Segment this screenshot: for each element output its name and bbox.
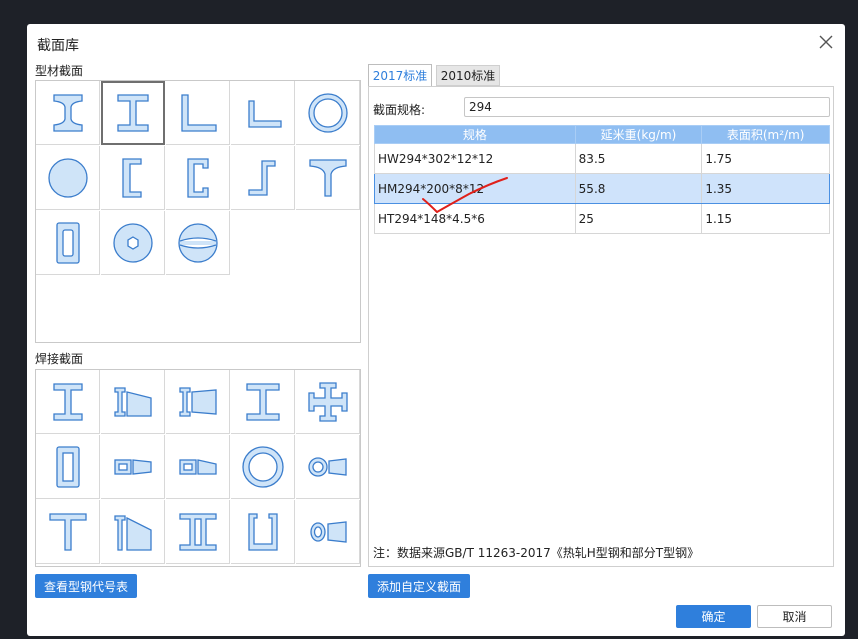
welded-section-label: 焊接截面	[35, 352, 84, 366]
u-section-icon[interactable]	[231, 500, 295, 564]
z-section-icon[interactable]	[231, 146, 295, 210]
table-row[interactable]: HW294*302*12*12 83.5 1.75	[374, 143, 830, 174]
tab-2010-standard[interactable]: 2010标准	[436, 65, 500, 86]
spec-label: 截面规格:	[373, 103, 426, 117]
round-tube-icon[interactable]	[296, 81, 360, 145]
data-source-note: 注：数据来源GB/T 11263-2017《热轧H型钢和部分T型钢》	[373, 546, 700, 560]
welded-t-icon[interactable]	[36, 500, 100, 564]
welded-i-icon[interactable]	[36, 370, 100, 434]
table-header: 规格 延米重(kg/m) 表面积(m²/m)	[374, 125, 830, 144]
tapered-tube-icon[interactable]	[296, 435, 360, 499]
tab-2017-standard[interactable]: 2017标准	[368, 64, 432, 86]
round-bar-icon[interactable]	[36, 146, 100, 210]
cell-area: 1.15	[701, 203, 830, 234]
unequal-angle-icon[interactable]	[231, 81, 295, 145]
h-beam-icon[interactable]	[101, 81, 165, 145]
close-icon[interactable]	[817, 33, 835, 51]
welded-section-grid	[35, 369, 361, 567]
i-beam-icon[interactable]	[36, 81, 100, 145]
view-steel-codes-button[interactable]: 查看型钢代号表	[35, 574, 137, 598]
t-section-icon[interactable]	[296, 146, 360, 210]
add-custom-section-button[interactable]: 添加自定义截面	[368, 574, 470, 598]
double-channel-icon[interactable]	[166, 500, 230, 564]
red-check-annotation	[422, 177, 508, 214]
channel-icon[interactable]	[101, 146, 165, 210]
welded-h-icon[interactable]	[231, 370, 295, 434]
profile-section-label: 型材截面	[35, 64, 84, 78]
cell-spec: HW294*302*12*12	[374, 143, 576, 174]
cell-weight: 83.5	[574, 143, 703, 174]
circle-tube-icon[interactable]	[231, 435, 295, 499]
column-area[interactable]: 表面积(m²/m)	[701, 125, 830, 144]
cell-area: 1.35	[701, 173, 830, 204]
ok-button[interactable]: 确定	[676, 605, 751, 628]
rect-tube-icon[interactable]	[36, 211, 100, 275]
spec-search-input[interactable]	[464, 97, 830, 117]
tapered-t-icon[interactable]	[101, 500, 165, 564]
tapered-box-right-icon[interactable]	[166, 435, 230, 499]
split-sphere-icon[interactable]	[166, 211, 230, 275]
cross-section-icon[interactable]	[296, 370, 360, 434]
tapered-round-icon[interactable]	[296, 500, 360, 564]
cell-area: 1.75	[701, 143, 830, 174]
cell-weight: 55.8	[574, 173, 703, 204]
cancel-button[interactable]: 取消	[757, 605, 832, 628]
tapered-i-left-icon[interactable]	[101, 370, 165, 434]
tapered-i-right-icon[interactable]	[166, 370, 230, 434]
hex-bar-icon[interactable]	[101, 211, 165, 275]
dialog-title: 截面库	[37, 38, 79, 54]
column-weight[interactable]: 延米重(kg/m)	[574, 125, 703, 144]
section-library-dialog: 截面库 型材截面 焊接截面 查看型钢代号表 2017标准 2010标准 截面规格…	[27, 24, 845, 636]
equal-angle-icon[interactable]	[166, 81, 230, 145]
cell-weight: 25	[574, 203, 703, 234]
channel-lipped-icon[interactable]	[166, 146, 230, 210]
welded-box-icon[interactable]	[36, 435, 100, 499]
column-spec[interactable]: 规格	[374, 125, 576, 144]
tapered-box-left-icon[interactable]	[101, 435, 165, 499]
profile-section-grid	[35, 80, 361, 343]
